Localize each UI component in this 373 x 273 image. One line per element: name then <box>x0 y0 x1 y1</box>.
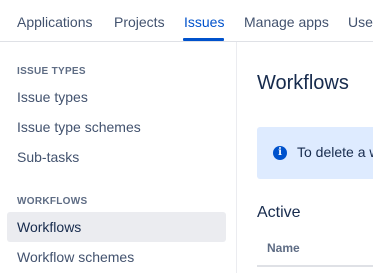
sidebar-item-sub-tasks[interactable]: Sub-tasks <box>7 142 226 172</box>
section-title-issue-types: ISSUE TYPES <box>17 66 86 77</box>
sidebar-item-label: Sub-tasks <box>17 149 80 165</box>
main-content: Workflows i To delete a w Active Name <box>238 42 373 273</box>
tab-projects[interactable]: Projects <box>114 14 165 31</box>
info-banner: i To delete a w <box>257 127 373 179</box>
sidebar-item-issue-type-schemes[interactable]: Issue type schemes <box>7 112 226 142</box>
table-header-divider <box>257 265 373 267</box>
sidebar-item-label: Workflow schemes <box>17 249 135 265</box>
section-title-workflows: WORKFLOWS <box>17 196 88 207</box>
tab-user[interactable]: User <box>348 14 373 31</box>
sidebar-item-issue-types[interactable]: Issue types <box>7 82 226 112</box>
column-header-name[interactable]: Name <box>267 241 300 255</box>
top-navigation: Applications Projects Issues Manage apps… <box>0 0 373 42</box>
active-tab-indicator <box>183 38 224 41</box>
tab-issues[interactable]: Issues <box>184 14 224 31</box>
sidebar-item-label: Issue types <box>17 89 88 105</box>
active-section-heading: Active <box>257 204 301 221</box>
sidebar-item-label: Workflows <box>17 219 82 235</box>
info-banner-text: To delete a w <box>297 144 373 160</box>
page-title: Workflows <box>257 72 349 94</box>
tab-manage-apps[interactable]: Manage apps <box>244 14 329 31</box>
sidebar-item-workflows[interactable]: Workflows <box>7 212 226 242</box>
info-icon: i <box>273 146 287 160</box>
admin-sidebar: ISSUE TYPES Issue types Issue type schem… <box>0 42 237 273</box>
tab-applications[interactable]: Applications <box>17 14 93 31</box>
sidebar-item-label: Issue type schemes <box>17 119 141 135</box>
sidebar-item-workflow-schemes[interactable]: Workflow schemes <box>7 242 226 272</box>
